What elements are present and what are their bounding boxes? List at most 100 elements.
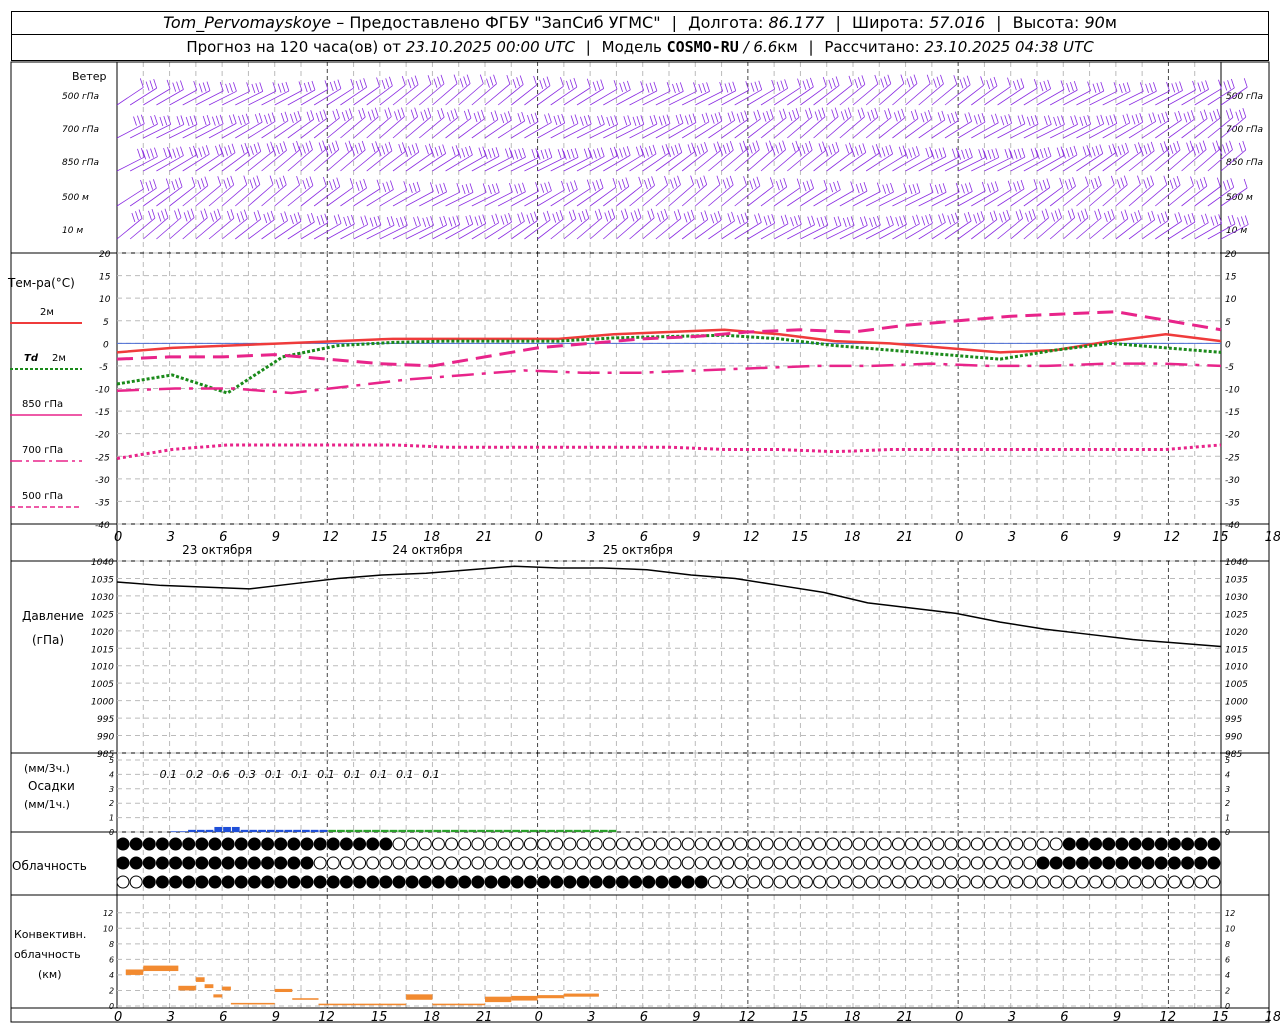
wind-barb	[327, 223, 355, 240]
wind-barb-feather	[976, 212, 981, 222]
cloud-symbol	[116, 837, 130, 851]
wind-barb	[695, 219, 722, 240]
cloud-symbol	[707, 856, 721, 870]
wind-level-label: 10 м	[62, 226, 83, 236]
convective-cloud-bar	[222, 986, 231, 991]
wind-barb	[1155, 184, 1181, 207]
wind-barb-row	[116, 74, 1248, 106]
wind-barb	[747, 88, 775, 106]
wind-barb-feather	[369, 217, 374, 227]
wind-barb-feather	[1203, 176, 1208, 187]
wind-barb-feather	[710, 114, 715, 124]
wind-barb-feather	[204, 176, 209, 186]
wind-barb-feather	[1094, 177, 1099, 188]
wind-barb-feather	[882, 184, 887, 194]
cloud-symbol	[1023, 856, 1037, 870]
wind-barb-feather	[1043, 80, 1048, 91]
cloud-symbol	[970, 875, 984, 889]
pressure-y-tick-right: 1010	[1225, 663, 1248, 673]
cloud-symbol	[182, 856, 196, 870]
pressure-y-tick-right: 995	[1225, 715, 1242, 725]
cloud-symbol	[300, 856, 314, 870]
cloud-symbol	[353, 837, 367, 851]
wind-barb	[576, 123, 605, 139]
wind-barb	[1036, 186, 1063, 207]
precip-bar	[196, 829, 205, 832]
wind-barb	[852, 116, 879, 139]
wind-barb	[734, 185, 761, 207]
x-tick-label: 6	[1060, 530, 1068, 545]
wind-barb-feather	[544, 149, 549, 159]
wind-barb-feather	[645, 147, 649, 157]
wind-barb-row	[116, 208, 1249, 240]
wind-barb-feather	[779, 179, 784, 189]
wind-barb-feather	[848, 75, 853, 86]
cloud-symbol	[563, 837, 577, 851]
wind-barb	[826, 116, 852, 139]
cloud-symbol	[747, 856, 761, 870]
wind-barb-feather	[765, 142, 770, 152]
convective-cloud-bar	[485, 996, 512, 1003]
wind-barb-feather	[500, 215, 505, 225]
wind-barb-feather	[348, 140, 353, 150]
wind-barb	[484, 156, 513, 172]
wind-barb	[405, 224, 434, 240]
wind-barb-feather	[489, 76, 494, 86]
wind-barb	[116, 87, 144, 106]
wind-barb-feather	[1204, 213, 1209, 223]
cloud-symbol	[195, 875, 209, 889]
wind-barb-feather	[677, 175, 681, 185]
wind-barb-feather	[1000, 116, 1005, 126]
wind-barb	[616, 154, 644, 172]
wind-barb	[327, 186, 354, 207]
wind-barb-feather	[690, 209, 695, 220]
wind-barb-feather	[1178, 212, 1182, 222]
wind-barb	[1141, 90, 1170, 106]
wind-barb-feather	[857, 77, 862, 87]
wind-barb-feather	[461, 148, 466, 158]
wind-barb-feather	[335, 140, 340, 150]
wind-barb-feather	[506, 74, 511, 85]
wind-barb-feather	[702, 83, 707, 93]
wind-barb	[668, 122, 697, 139]
wind-barb-feather	[504, 214, 509, 224]
wind-barb	[787, 224, 815, 240]
cloud-symbol	[918, 837, 932, 851]
cloud-symbol	[615, 837, 629, 851]
wind-barb-feather	[836, 180, 841, 190]
wind-barb-feather	[375, 141, 379, 151]
wind-barb-feather	[270, 210, 275, 220]
cloud-symbol	[169, 875, 183, 889]
wind-barb-feather	[230, 209, 235, 219]
wind-barb-feather	[329, 180, 333, 191]
wind-barb-feather	[1131, 115, 1136, 125]
wind-barb-feather	[323, 109, 327, 119]
wind-barb-feather	[1147, 212, 1152, 222]
x-tick-label-bottom: 18	[423, 1010, 440, 1024]
wind-barb	[511, 156, 539, 172]
wind-barb	[668, 218, 695, 240]
wind-barb-feather	[1053, 116, 1057, 127]
wind-barb-feather	[504, 112, 508, 122]
wind-barb-feather	[963, 77, 967, 87]
wind-barb	[484, 191, 513, 207]
cloud-symbol	[247, 837, 261, 851]
cloud-symbol	[997, 837, 1011, 851]
wind-barb-feather	[1160, 143, 1164, 153]
cloud-symbol	[576, 875, 590, 889]
precip-bar	[582, 829, 591, 832]
wind-barb-feather	[240, 211, 245, 221]
wind-barb-feather	[319, 111, 324, 121]
wind-barb	[208, 184, 234, 207]
wind-barb-feather	[1227, 80, 1231, 90]
wind-barb-feather	[829, 183, 834, 193]
cloud-symbol	[629, 837, 643, 851]
wind-barb	[629, 90, 658, 106]
wind-barb-feather	[1091, 147, 1096, 157]
cloud-symbol	[366, 837, 380, 851]
wind-barb-feather	[1163, 141, 1168, 151]
wind-barb	[760, 117, 787, 139]
cloud-symbol	[642, 875, 656, 889]
temp-y-tick: -35	[95, 498, 110, 508]
wind-barb	[169, 185, 196, 207]
